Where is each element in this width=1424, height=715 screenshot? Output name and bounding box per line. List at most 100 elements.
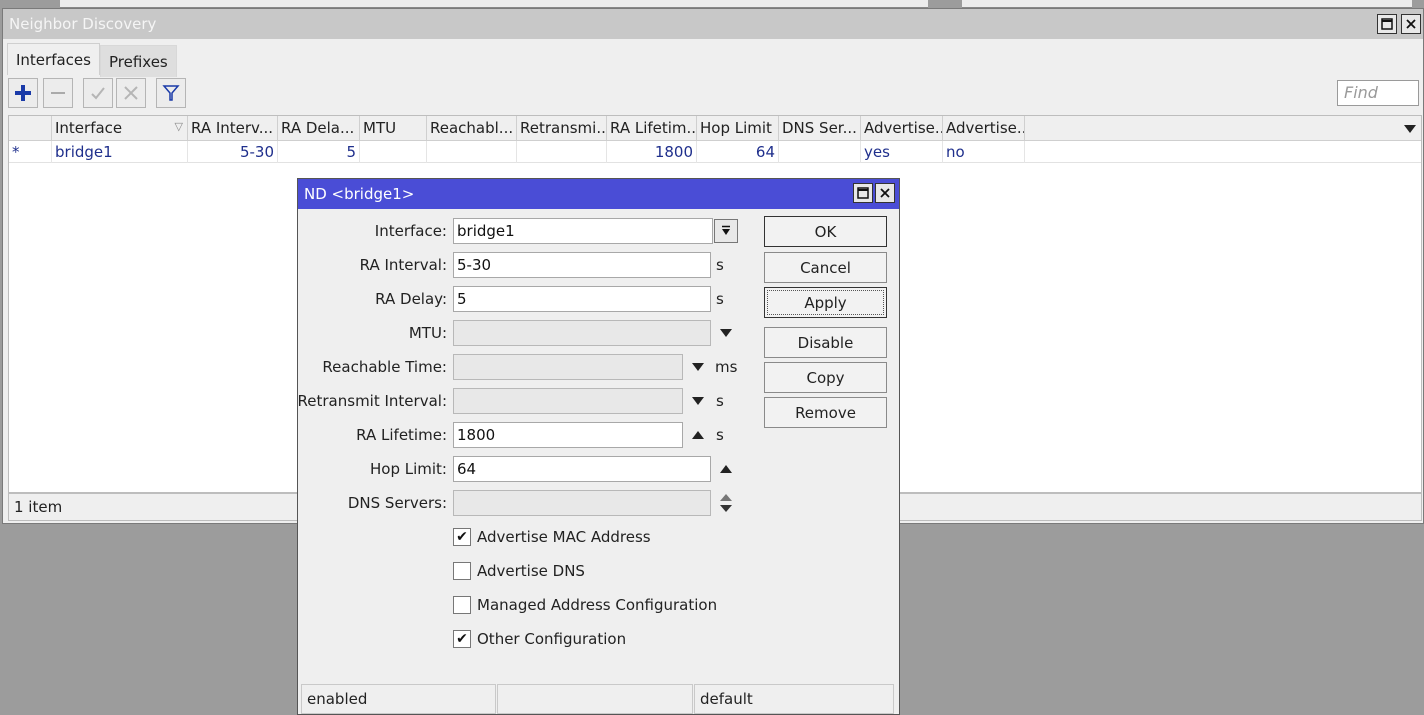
disable-button[interactable]: Disable [764,327,887,358]
interface-label: Interface: [374,222,447,240]
retransmit-interval-dropdown-icon[interactable] [690,393,706,409]
close-icon[interactable] [875,183,895,203]
remove-button[interactable]: Remove [764,397,887,428]
cell-ra-delay: 5 [278,141,360,163]
interface-dropdown-button[interactable] [714,219,738,243]
mtu-field[interactable] [453,320,711,346]
column-menu-icon[interactable] [1403,122,1417,138]
filter-button[interactable] [156,78,186,108]
cell-advertise-mac: yes [861,141,943,163]
column-retransmit[interactable]: Retransmi... [517,116,607,141]
column-reachable[interactable]: Reachabl... [427,116,517,141]
tab-interfaces[interactable]: Interfaces [7,43,100,75]
cross-icon [124,86,138,100]
dns-servers-field[interactable] [453,490,711,516]
cell-ra-interval: 5-30 [188,141,278,163]
maximize-icon[interactable] [1377,14,1397,34]
column-advertise-dns[interactable]: Advertise... [943,116,1025,141]
sort-icon: ▽ [174,120,183,133]
dialog-titlebar[interactable]: ND <bridge1> [298,179,899,209]
nd-dialog: ND <bridge1> Interface: bridge1 RA Inter… [297,178,900,715]
cell-mtu [360,141,427,163]
ra-lifetime-collapse-icon[interactable] [690,427,706,443]
toolbar: Find [8,78,1419,112]
dialog-title: ND <bridge1> [304,185,415,203]
ra-delay-unit: s [716,290,724,308]
column-mtu[interactable]: MTU [360,116,427,141]
reachable-time-field[interactable] [453,354,683,380]
checkmark-icon: ✔ [456,529,468,545]
cell-hop-limit: 64 [697,141,779,163]
hop-limit-collapse-icon[interactable] [718,461,734,477]
background-window-edge-right [962,0,1412,8]
interface-field[interactable]: bridge1 [453,218,713,244]
add-button[interactable] [8,78,38,108]
cell-reachable [427,141,517,163]
status-middle [497,684,693,714]
managed-address-config-checkbox[interactable] [453,596,471,614]
hop-limit-field[interactable]: 64 [453,456,711,482]
tab-bar: Interfaces Prefixes [7,43,177,77]
hop-limit-label: Hop Limit: [370,460,447,478]
column-ra-lifetime[interactable]: RA Lifetim... [607,116,697,141]
table-header: Interface ▽ RA Interv... RA Dela... MTU … [9,116,1421,141]
other-config-checkbox[interactable]: ✔ [453,630,471,648]
ra-delay-label: RA Delay: [375,290,447,308]
cell-advertise-dns: no [943,141,1025,163]
cell-interface: bridge1 [52,141,188,163]
remove-button[interactable] [43,78,73,108]
retransmit-interval-unit: s [716,392,724,410]
close-icon[interactable] [1401,14,1421,34]
dns-servers-updown-icon[interactable] [718,493,734,513]
ra-interval-label: RA Interval: [359,256,447,274]
minus-icon [51,92,65,94]
apply-button[interactable]: Apply [764,287,887,318]
reachable-time-dropdown-icon[interactable] [690,359,706,375]
enable-button[interactable] [83,78,113,108]
advertise-dns-label: Advertise DNS [477,562,585,580]
background-window-edge [60,0,928,8]
cell-ra-lifetime: 1800 [607,141,697,163]
ra-lifetime-unit: s [716,426,724,444]
managed-address-config-label: Managed Address Configuration [477,596,718,614]
column-ra-interval[interactable]: RA Interv... [188,116,278,141]
disable-button[interactable] [116,78,146,108]
status-enabled: enabled [301,684,496,714]
window-titlebar[interactable]: Neighbor Discovery [3,9,1423,39]
ra-lifetime-field[interactable]: 1800 [453,422,683,448]
copy-button[interactable]: Copy [764,362,887,393]
column-ra-delay[interactable]: RA Dela... [278,116,360,141]
column-hop-limit[interactable]: Hop Limit [697,116,779,141]
item-count: 1 item [14,498,63,516]
ok-button[interactable]: OK [764,216,887,247]
find-input[interactable]: Find [1337,80,1419,106]
reachable-time-unit: ms [715,358,738,376]
advertise-mac-checkbox[interactable]: ✔ [453,528,471,546]
retransmit-interval-field[interactable] [453,388,683,414]
column-advertise-mac[interactable]: Advertise... [861,116,943,141]
advertise-mac-label: Advertise MAC Address [477,528,651,546]
filter-icon [162,85,180,101]
advertise-dns-checkbox[interactable] [453,562,471,580]
window-title: Neighbor Discovery [9,15,157,33]
cancel-button[interactable]: Cancel [764,252,887,283]
ra-delay-field[interactable]: 5 [453,286,711,312]
dns-servers-label: DNS Servers: [347,494,447,512]
checkmark-icon: ✔ [456,631,468,647]
ra-interval-unit: s [716,256,724,274]
cell-dns-servers [779,141,861,163]
ra-lifetime-label: RA Lifetime: [356,426,447,444]
table-row[interactable]: * bridge1 5-30 5 1800 64 yes no [9,141,1421,163]
cell-retransmit [517,141,607,163]
mtu-dropdown-icon[interactable] [718,325,734,341]
ra-interval-field[interactable]: 5-30 [453,252,711,278]
tab-prefixes[interactable]: Prefixes [99,45,177,77]
other-config-label: Other Configuration [477,630,627,648]
column-flag[interactable] [9,116,52,141]
maximize-icon[interactable] [853,183,873,203]
column-interface[interactable]: Interface ▽ [52,116,188,141]
check-icon [91,87,105,100]
status-default: default [694,684,894,714]
dropdown-icon [722,225,730,235]
column-dns-servers[interactable]: DNS Ser... [779,116,861,141]
